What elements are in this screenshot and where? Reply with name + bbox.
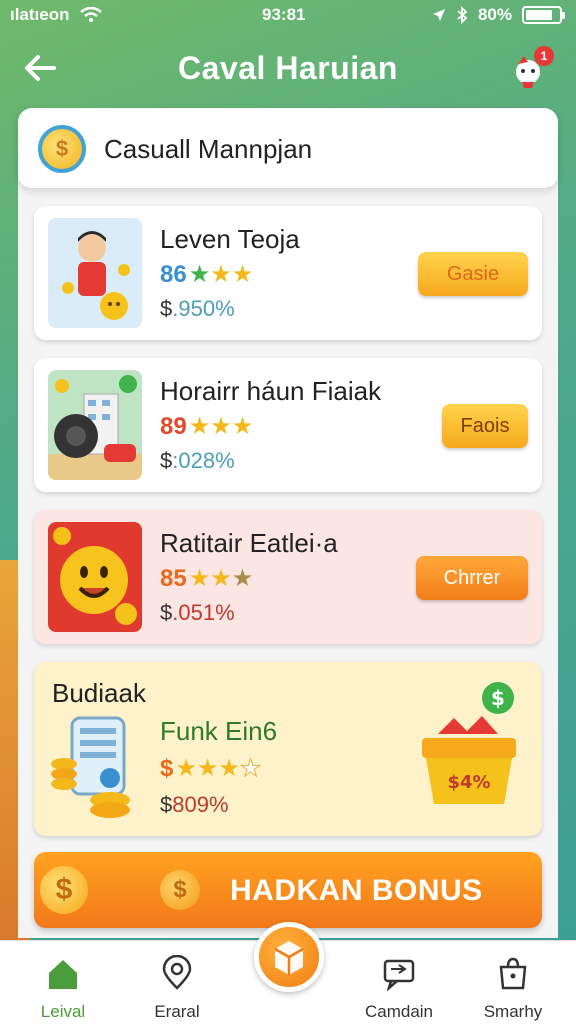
category-bar[interactable]: $ Casuall Mannpjan xyxy=(18,108,558,188)
game-rating: 85 ★ ★ ★ xyxy=(160,564,253,593)
game-price: $.051% xyxy=(160,600,235,626)
star-icon: ★ xyxy=(196,755,219,782)
game-price: $.950% xyxy=(160,296,235,322)
tab-label: Leival xyxy=(40,1002,86,1021)
tab-label: Camdain xyxy=(364,1002,434,1021)
game-name: Ratitair Eatlei·a xyxy=(160,528,338,558)
star-icon: ★ xyxy=(231,413,254,440)
home-icon xyxy=(49,960,77,989)
game-thumbnail xyxy=(48,370,142,480)
carrier-label: ılatıeon xyxy=(10,5,70,24)
rating-number: 89 xyxy=(160,412,187,440)
category-label: Casuall Mannpjan xyxy=(104,134,313,164)
game-thumbnail xyxy=(48,218,142,328)
currency-symbol: $ xyxy=(160,296,173,321)
game-name: Funk Ein6 xyxy=(160,716,278,746)
message-icon xyxy=(383,959,415,992)
building-icon xyxy=(48,375,142,480)
section-title: Budiaak xyxy=(52,678,146,708)
star-icon: ★ xyxy=(231,565,254,592)
notification-button[interactable]: 1 xyxy=(510,46,554,90)
star-icon: ★ xyxy=(210,565,232,592)
star-icon: ★ xyxy=(188,565,211,592)
game-rating: 89 ★ ★ ★ xyxy=(160,412,253,441)
game-name: Horairr háun Fiaiak xyxy=(160,376,382,406)
bag-icon xyxy=(499,957,527,990)
star-icon: ★ xyxy=(175,755,197,782)
character-icon xyxy=(62,231,130,320)
svg-text:$4%: $4% xyxy=(447,772,490,793)
price-value: 809% xyxy=(172,792,229,817)
location-icon xyxy=(162,954,192,990)
tab-label: Smarhy xyxy=(483,1002,543,1021)
bluetooth-icon xyxy=(457,6,468,24)
star-icon: ★ xyxy=(188,413,211,440)
game-rating: $ ★ ★ ★ ★ xyxy=(160,754,262,783)
game-thumbnail xyxy=(48,522,142,632)
price-value: .950% xyxy=(172,296,235,321)
game-name: Leven Teoja xyxy=(160,224,300,254)
tab-home[interactable]: Leival xyxy=(18,955,108,1022)
currency-symbol: $ xyxy=(160,448,173,473)
bonus-card[interactable]: Budiaak Funk Ein6 $ ★ ★ ★ ★ $809% $ $4% xyxy=(34,662,542,836)
coin-icon: $ xyxy=(40,866,88,914)
box-icon xyxy=(274,941,304,975)
rating-number: $ xyxy=(160,754,174,782)
star-icon: ★ xyxy=(210,413,232,440)
currency-symbol: $ xyxy=(160,600,173,625)
notification-badge: 1 xyxy=(534,46,554,66)
app-header: Caval Haruian 1 xyxy=(0,40,576,100)
star-icon: ★ xyxy=(210,261,232,288)
star-icon: ★ xyxy=(239,755,262,783)
bonus-label: HADKAN BONUS xyxy=(230,874,483,907)
rating-number: 85 xyxy=(160,564,187,592)
center-action-button[interactable] xyxy=(254,922,324,992)
status-bar: ılatıeon 93:81 80% xyxy=(0,0,576,30)
bonus-button[interactable]: $ $ HADKAN BONUS xyxy=(34,852,542,928)
wifi-icon xyxy=(79,7,102,22)
phone-coins-icon xyxy=(51,716,130,818)
clock: 93:81 xyxy=(262,5,306,24)
tab-label: Eraral xyxy=(154,1002,200,1021)
game-rating: 86 ★ ★ ★ xyxy=(160,260,253,289)
star-icon: ★ xyxy=(231,261,254,288)
battery-percent: 80% xyxy=(477,5,512,24)
game-card[interactable]: Leven Teoja 86 ★ ★ ★ $.950% Gasie xyxy=(34,206,542,340)
game-price: $809% xyxy=(160,792,229,818)
play-button[interactable]: Gasie xyxy=(418,252,528,296)
game-thumbnail xyxy=(48,714,144,818)
coin-icon: $ xyxy=(38,125,86,173)
price-value: .051% xyxy=(172,600,235,625)
smiley-coin-icon xyxy=(53,527,137,625)
tab-shop[interactable]: Smarhy xyxy=(468,955,558,1022)
location-arrow-icon xyxy=(432,9,445,21)
coin-icon: $ xyxy=(160,870,200,910)
page-title: Caval Haruian xyxy=(178,50,398,86)
game-card[interactable]: Ratitair Eatlei·a 85 ★ ★ ★ $.051% Chrrer xyxy=(34,510,542,644)
svg-text:$: $ xyxy=(491,686,505,710)
gift-basket-icon: $ $4% xyxy=(422,682,516,804)
currency-symbol: $ xyxy=(160,792,173,817)
star-icon: ★ xyxy=(188,261,211,288)
tab-messages[interactable]: Camdain xyxy=(354,955,444,1022)
star-icon: ★ xyxy=(218,755,240,782)
rating-number: 86 xyxy=(160,260,187,288)
game-price: $:028% xyxy=(160,448,235,474)
tab-location[interactable]: Eraral xyxy=(132,954,222,1022)
price-value: :028% xyxy=(172,448,235,473)
game-card[interactable]: Horairr háun Fiaiak 89 ★ ★ ★ $:028% Faoi… xyxy=(34,358,542,492)
play-button[interactable]: Chrrer xyxy=(416,556,528,600)
battery-icon xyxy=(522,6,565,24)
play-button[interactable]: Faois xyxy=(442,404,528,448)
